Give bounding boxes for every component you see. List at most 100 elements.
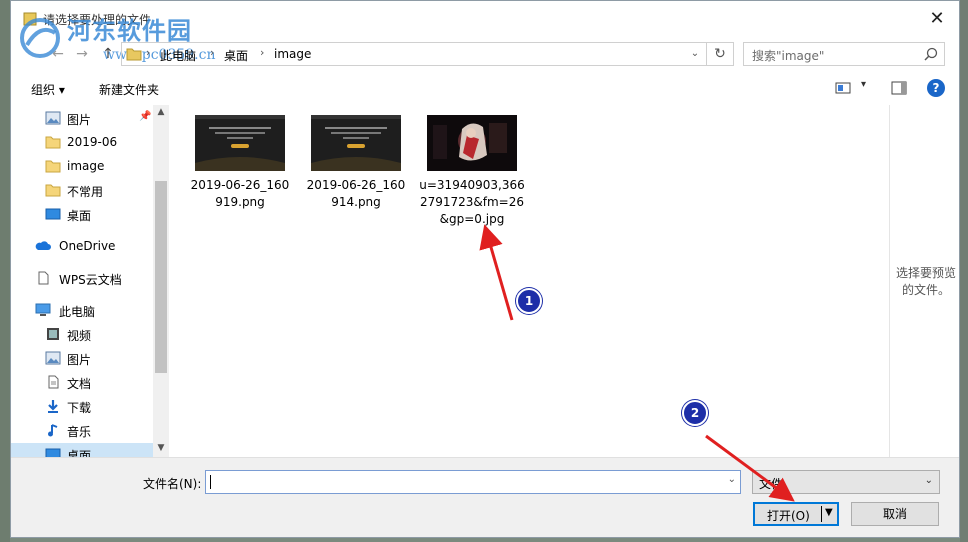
sidebar-item-videos[interactable]: 视频 xyxy=(11,323,153,345)
open-button[interactable]: 打开(O) ▼ xyxy=(753,502,839,526)
help-button[interactable]: ? xyxy=(927,79,945,97)
sidebar-item-image[interactable]: image xyxy=(11,155,153,177)
open-dropdown-icon[interactable]: ▼ xyxy=(825,507,833,518)
search-icon xyxy=(924,47,938,61)
breadcrumb-this-pc[interactable]: 此电脑 xyxy=(160,47,196,64)
refresh-button[interactable]: ↻ xyxy=(706,43,733,65)
sidebar-item-2019-06[interactable]: 2019-06 xyxy=(11,131,153,153)
address-bar[interactable]: › 此电脑 › 桌面 › image ⌄ ↻ xyxy=(121,42,734,66)
file-name: 2019-06-26_160919.png xyxy=(190,178,290,209)
sidebar-item-pictures[interactable]: 图片 xyxy=(11,347,153,369)
forward-button[interactable]: → xyxy=(71,43,93,65)
sidebar-item-label: image xyxy=(67,159,105,173)
split-divider xyxy=(821,506,822,522)
folder-icon xyxy=(126,48,142,61)
breadcrumb-separator: › xyxy=(210,46,215,59)
dialog-footer: 文件名(N): ⌄ 文件 ⌄ 打开(O) ▼ 取消 xyxy=(11,457,959,537)
sidebar-item-desktop[interactable]: 桌面 xyxy=(11,443,153,457)
picture-icon xyxy=(45,351,61,365)
sidebar-item-label: 2019-06 xyxy=(67,135,118,149)
search-placeholder: 搜索"image" xyxy=(752,49,825,63)
sidebar-item-documents[interactable]: 文档 xyxy=(11,371,153,393)
breadcrumb-separator: › xyxy=(146,46,151,59)
filename-input[interactable]: ⌄ xyxy=(205,470,741,494)
command-bar: 组织 ▾ 新建文件夹 ▾ ? xyxy=(11,73,959,105)
file-item[interactable]: u=31940903,3662791723&fm=26&gp=0.jpg xyxy=(419,115,525,228)
view-dropdown-icon[interactable]: ▾ xyxy=(861,79,866,90)
breadcrumb-image[interactable]: image xyxy=(274,47,311,61)
annotation-marker-1: 1 xyxy=(516,288,542,314)
search-input[interactable]: 搜索"image" xyxy=(743,42,945,66)
cancel-button[interactable]: 取消 xyxy=(851,502,939,526)
file-item[interactable]: 2019-06-26_160914.png xyxy=(303,115,409,211)
cloud-icon xyxy=(35,241,51,250)
sidebar-item-downloads[interactable]: 下载 xyxy=(11,395,153,417)
video-icon xyxy=(47,328,59,340)
sidebar-item-uncommon[interactable]: 不常用 xyxy=(11,179,153,201)
sidebar-item-music[interactable]: 音乐 xyxy=(11,419,153,441)
file-name: u=31940903,3662791723&fm=26&gp=0.jpg xyxy=(419,178,525,226)
filename-label: 文件名(N): xyxy=(143,477,202,491)
chevron-down-icon: ⌄ xyxy=(924,475,933,486)
sidebar-item-label: 音乐 xyxy=(67,425,92,439)
sidebar-item-label: 不常用 xyxy=(67,185,104,199)
preview-pane: 选择要预览的文件。 xyxy=(889,105,959,457)
folder-icon xyxy=(45,184,61,197)
file-type-select[interactable]: 文件 ⌄ xyxy=(752,470,940,494)
folder-icon xyxy=(45,136,61,149)
sidebar-item-label: 视频 xyxy=(67,329,92,343)
new-folder-button[interactable]: 新建文件夹 xyxy=(99,81,159,98)
back-button[interactable]: ← xyxy=(47,43,69,65)
organize-menu[interactable]: 组织 ▾ xyxy=(31,81,65,98)
sidebar-scrollbar[interactable]: ▲ ▼ xyxy=(153,105,169,457)
file-thumbnail xyxy=(311,115,401,171)
address-dropdown[interactable]: ⌄ xyxy=(687,45,703,63)
sidebar-item-onedrive[interactable]: OneDrive xyxy=(11,235,153,257)
scrollbar-thumb[interactable] xyxy=(155,181,167,373)
computer-icon xyxy=(35,303,51,316)
open-file-dialog: 请选择要处理的文件 ✕ 河东软件园 www.pc0359.cn ← → ↑ › … xyxy=(10,0,960,538)
sidebar-item-desktop-quick[interactable]: 桌面 xyxy=(11,203,153,225)
view-options-icon[interactable] xyxy=(835,81,851,95)
up-button[interactable]: ↑ xyxy=(97,43,119,65)
file-type-value: 文件 xyxy=(759,477,784,491)
sidebar-item-label: 文档 xyxy=(67,377,92,391)
preview-pane-icon[interactable] xyxy=(891,81,907,95)
sidebar-item-label: 桌面 xyxy=(67,209,92,223)
desktop-icon xyxy=(45,448,61,457)
document-icon xyxy=(48,375,59,389)
file-thumbnail xyxy=(195,115,285,171)
breadcrumb-desktop[interactable]: 桌面 xyxy=(224,47,248,64)
document-icon xyxy=(38,271,49,285)
navigation-pane: 图片 📌 2019-06 image 不常用 桌面 OneDrive WPS云文… xyxy=(11,105,169,457)
sidebar-item-label: 此电脑 xyxy=(59,305,96,319)
open-button-label: 打开(O) xyxy=(767,509,810,523)
text-caret xyxy=(210,475,211,489)
file-list: 2019-06-26_160919.png 2019-06-26_160914.… xyxy=(171,105,887,457)
scroll-up-icon[interactable]: ▲ xyxy=(156,107,166,117)
close-button[interactable]: ✕ xyxy=(915,1,959,37)
folder-icon xyxy=(45,160,61,173)
sidebar-item-label: OneDrive xyxy=(59,239,116,253)
sidebar-item-wps-cloud[interactable]: WPS云文档 xyxy=(11,267,153,289)
download-icon xyxy=(48,400,58,413)
sidebar-item-label: 下载 xyxy=(67,401,92,415)
sidebar-item-label: 桌面 xyxy=(67,449,92,457)
sidebar-item-this-pc[interactable]: 此电脑 xyxy=(11,299,153,321)
sidebar-item-label: 图片 xyxy=(67,353,92,367)
file-item[interactable]: 2019-06-26_160919.png xyxy=(187,115,293,211)
file-thumbnail xyxy=(427,115,517,171)
filename-dropdown-icon[interactable]: ⌄ xyxy=(728,474,736,485)
file-name: 2019-06-26_160914.png xyxy=(306,178,406,209)
preview-placeholder: 选择要预览的文件。 xyxy=(895,266,956,297)
music-icon xyxy=(48,424,58,437)
scroll-down-icon[interactable]: ▼ xyxy=(156,443,166,453)
desktop-icon xyxy=(45,208,61,220)
sidebar-item-label: WPS云文档 xyxy=(59,273,122,287)
pin-icon: 📌 xyxy=(139,111,152,122)
desktop-background-left xyxy=(0,0,10,542)
annotation-marker-2: 2 xyxy=(682,400,708,426)
sidebar-item-label: 图片 xyxy=(67,113,92,127)
breadcrumb-separator: › xyxy=(260,46,265,59)
sidebar-item-pictures-quick[interactable]: 图片 📌 xyxy=(11,107,153,129)
